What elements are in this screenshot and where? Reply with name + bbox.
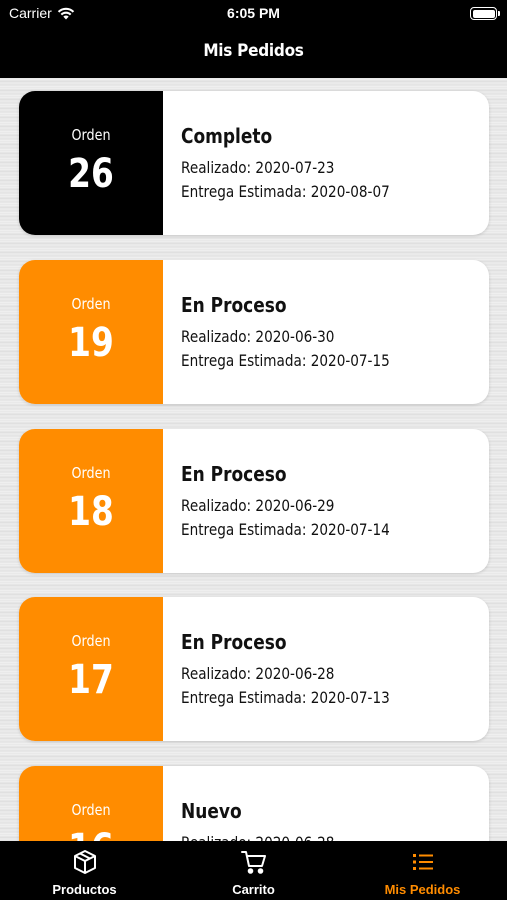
- tab-carrito[interactable]: Carrito: [169, 841, 338, 900]
- order-number-panel: Orden 19: [19, 260, 163, 404]
- order-label: Orden: [71, 801, 111, 819]
- order-number-panel: Orden 26: [19, 91, 163, 235]
- tab-label: Productos: [52, 882, 117, 897]
- order-number: 16: [32, 826, 150, 841]
- status-time: 6:05 PM: [227, 5, 280, 21]
- order-info: Nuevo Realizado: 2020-06-28: [181, 799, 362, 841]
- tab-bar: Productos Carrito Mis Pedidos: [0, 841, 507, 900]
- order-info: En Proceso Realizado: 2020-06-29 Entrega…: [181, 462, 427, 542]
- order-label: Orden: [71, 295, 111, 313]
- order-number-panel: Orden 18: [19, 429, 163, 573]
- list-icon: [412, 854, 433, 870]
- box-icon: [73, 850, 96, 874]
- order-number-panel: Orden 16: [19, 766, 163, 841]
- status-bar: Carrier 6:05 PM: [0, 0, 507, 28]
- order-placed-date: Realizado: 2020-07-23: [181, 158, 335, 177]
- order-number: 26: [68, 151, 114, 197]
- navigation-bar: Mis Pedidos: [0, 28, 507, 78]
- order-card[interactable]: Orden 17 En Proceso Realizado: 2020-06-2…: [19, 597, 489, 741]
- order-placed-date: Realizado: 2020-06-30: [181, 327, 335, 346]
- order-placed-date: Realizado: 2020-06-29: [181, 496, 335, 515]
- order-card[interactable]: Orden 16 Nuevo Realizado: 2020-06-28: [19, 766, 489, 841]
- order-card[interactable]: Orden 19 En Proceso Realizado: 2020-06-3…: [19, 260, 489, 404]
- order-number: 19: [68, 320, 114, 366]
- tab-label: Mis Pedidos: [384, 882, 461, 897]
- order-status: En Proceso: [181, 293, 287, 317]
- order-info: En Proceso Realizado: 2020-06-28 Entrega…: [181, 630, 427, 710]
- order-status: Nuevo: [181, 799, 242, 823]
- order-label: Orden: [71, 464, 111, 482]
- order-number: 17: [68, 657, 114, 703]
- order-estimated-delivery: Entrega Estimada: 2020-08-07: [181, 182, 390, 201]
- tab-label: Carrito: [232, 882, 275, 897]
- order-info: Completo Realizado: 2020-07-23 Entrega E…: [181, 124, 427, 204]
- order-label: Orden: [71, 126, 111, 144]
- order-number: 18: [68, 489, 114, 535]
- order-info: En Proceso Realizado: 2020-06-30 Entrega…: [181, 293, 427, 373]
- order-card[interactable]: Orden 18 En Proceso Realizado: 2020-06-2…: [19, 429, 489, 573]
- order-estimated-delivery: Entrega Estimada: 2020-07-13: [181, 688, 390, 707]
- order-number-panel: Orden 17: [19, 597, 163, 741]
- order-estimated-delivery: Entrega Estimada: 2020-07-14: [181, 520, 390, 539]
- order-status: En Proceso: [181, 462, 287, 486]
- orders-list[interactable]: Orden 26 Completo Realizado: 2020-07-23 …: [0, 78, 507, 841]
- tab-mis-pedidos[interactable]: Mis Pedidos: [338, 841, 507, 900]
- order-card[interactable]: Orden 26 Completo Realizado: 2020-07-23 …: [19, 91, 489, 235]
- order-placed-date: Realizado: 2020-06-28: [181, 831, 334, 841]
- tab-productos[interactable]: Productos: [0, 841, 169, 900]
- order-estimated-delivery: Entrega Estimada: 2020-07-15: [181, 351, 390, 370]
- page-title: Mis Pedidos: [203, 41, 304, 61]
- order-label: Orden: [71, 632, 111, 650]
- battery-icon: [470, 7, 500, 20]
- order-status: Completo: [181, 124, 273, 148]
- order-placed-date: Realizado: 2020-06-28: [181, 664, 335, 683]
- cart-icon: [240, 851, 266, 874]
- order-status: En Proceso: [181, 630, 287, 654]
